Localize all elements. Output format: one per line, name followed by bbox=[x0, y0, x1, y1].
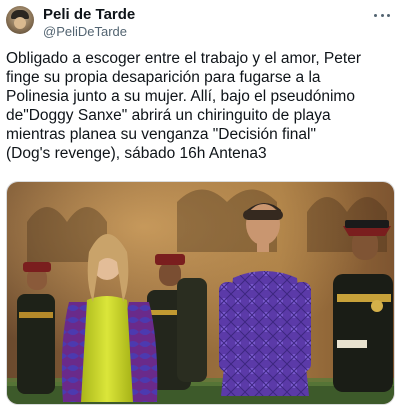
author-handle[interactable]: @PeliDeTarde bbox=[43, 24, 127, 40]
tweet-header: Peli de Tarde @PeliDeTarde bbox=[6, 6, 394, 40]
dot bbox=[380, 13, 384, 17]
dot bbox=[387, 13, 390, 17]
avatar-face-shape bbox=[14, 17, 26, 29]
photo-scene bbox=[7, 182, 394, 404]
author-display-name[interactable]: Peli de Tarde bbox=[43, 7, 135, 23]
dot bbox=[374, 13, 377, 17]
more-horizontal-icon[interactable] bbox=[372, 8, 392, 22]
tweet-media-photo[interactable] bbox=[6, 181, 395, 405]
tweet-text: Obligado a escoger entre el trabajo y el… bbox=[6, 50, 361, 162]
avatar[interactable] bbox=[6, 6, 34, 34]
